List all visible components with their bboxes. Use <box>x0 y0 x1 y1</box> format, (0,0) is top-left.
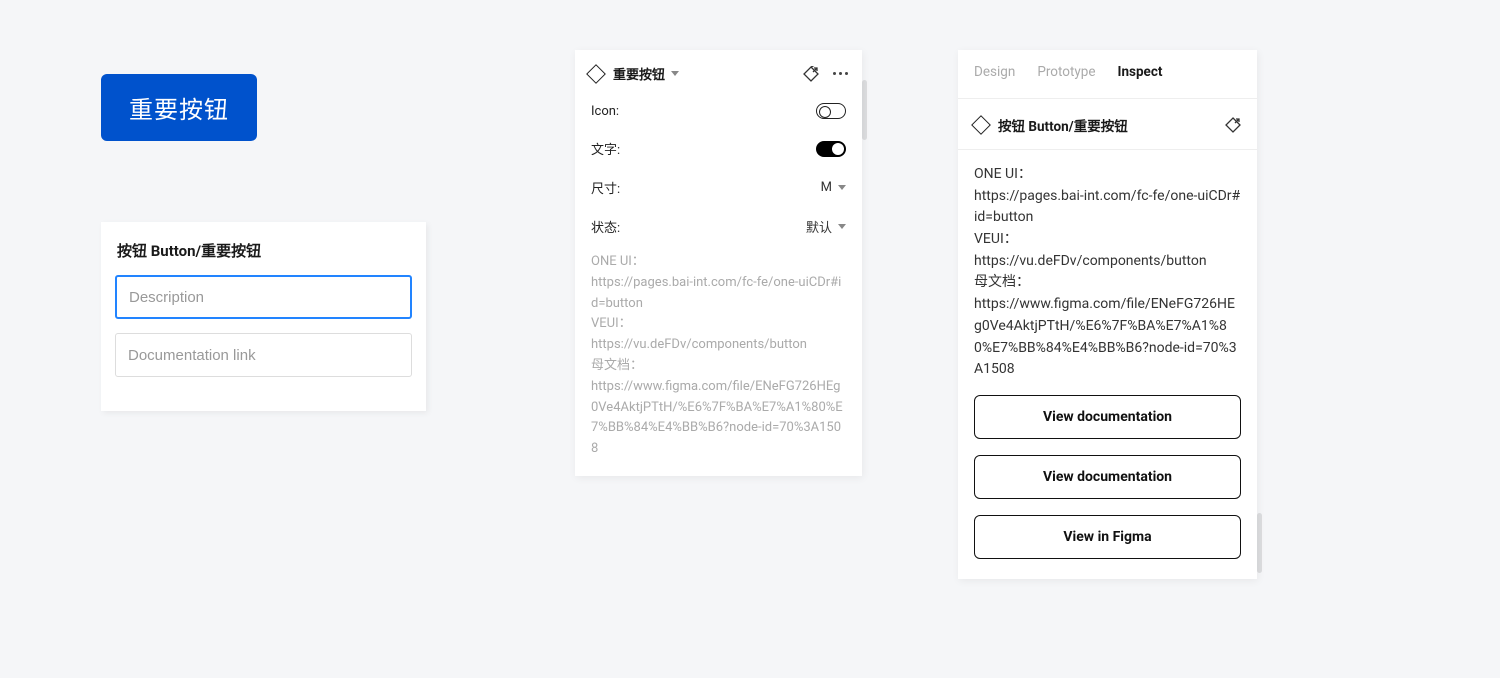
view-in-figma-button[interactable]: View in Figma <box>974 515 1241 559</box>
inspect-panel: Design Prototype Inspect 按钮 Button/重要按钮 … <box>958 50 1257 579</box>
state-value: 默认 <box>806 217 832 236</box>
prop-state-row: 状态: 默认 <box>575 207 862 246</box>
primary-button[interactable]: 重要按钮 <box>101 74 257 141</box>
size-value: M <box>821 180 832 195</box>
prop-size-label: 尺寸: <box>591 178 620 197</box>
link-out-icon[interactable] <box>803 66 819 82</box>
properties-title: 重要按钮 <box>613 64 665 83</box>
chevron-down-icon[interactable] <box>671 71 679 76</box>
tab-inspect[interactable]: Inspect <box>1118 64 1163 80</box>
documentation-link-input[interactable] <box>115 333 412 377</box>
prop-text-row: 文字: <box>575 129 862 168</box>
panel-tabs: Design Prototype Inspect <box>958 50 1257 99</box>
view-documentation-button[interactable]: View documentation <box>974 395 1241 439</box>
properties-header: 重要按钮 <box>575 50 862 93</box>
icon-toggle[interactable] <box>816 103 846 119</box>
tab-prototype[interactable]: Prototype <box>1037 64 1095 80</box>
prop-icon-label: Icon: <box>591 104 619 119</box>
inspect-header: 按钮 Button/重要按钮 <box>958 99 1257 150</box>
scrollbar[interactable] <box>862 80 867 140</box>
scrollbar[interactable] <box>1257 513 1262 573</box>
view-documentation-button[interactable]: View documentation <box>974 455 1241 499</box>
prop-size-row: 尺寸: M <box>575 168 862 207</box>
prop-text-label: 文字: <box>591 139 620 158</box>
size-select[interactable]: M <box>821 180 846 195</box>
tab-design[interactable]: Design <box>974 64 1015 80</box>
more-options-icon[interactable] <box>833 72 848 75</box>
chevron-down-icon <box>838 185 846 190</box>
prop-icon-row: Icon: <box>575 93 862 129</box>
properties-panel: 重要按钮 Icon: 文字: 尺寸: M 状态: 默认 ONE UI： http… <box>575 50 862 476</box>
properties-description: ONE UI： https://pages.bai-int.com/fc-fe/… <box>575 246 862 466</box>
text-toggle[interactable] <box>816 141 846 157</box>
primary-button-preview: 重要按钮 <box>101 74 257 141</box>
inspect-body: ONE UI： https://pages.bai-int.com/fc-fe/… <box>958 150 1257 579</box>
prop-state-label: 状态: <box>591 217 620 236</box>
description-input[interactable] <box>115 275 412 319</box>
component-edit-card: 按钮 Button/重要按钮 <box>101 222 426 411</box>
chevron-down-icon <box>838 224 846 229</box>
inspect-description: ONE UI： https://pages.bai-int.com/fc-fe/… <box>974 164 1241 381</box>
state-select[interactable]: 默认 <box>806 217 846 236</box>
inspect-title: 按钮 Button/重要按钮 <box>998 115 1128 135</box>
component-title: 按钮 Button/重要按钮 <box>115 240 412 261</box>
component-icon <box>586 64 606 84</box>
component-icon <box>971 115 991 135</box>
link-out-icon[interactable] <box>1225 117 1241 133</box>
